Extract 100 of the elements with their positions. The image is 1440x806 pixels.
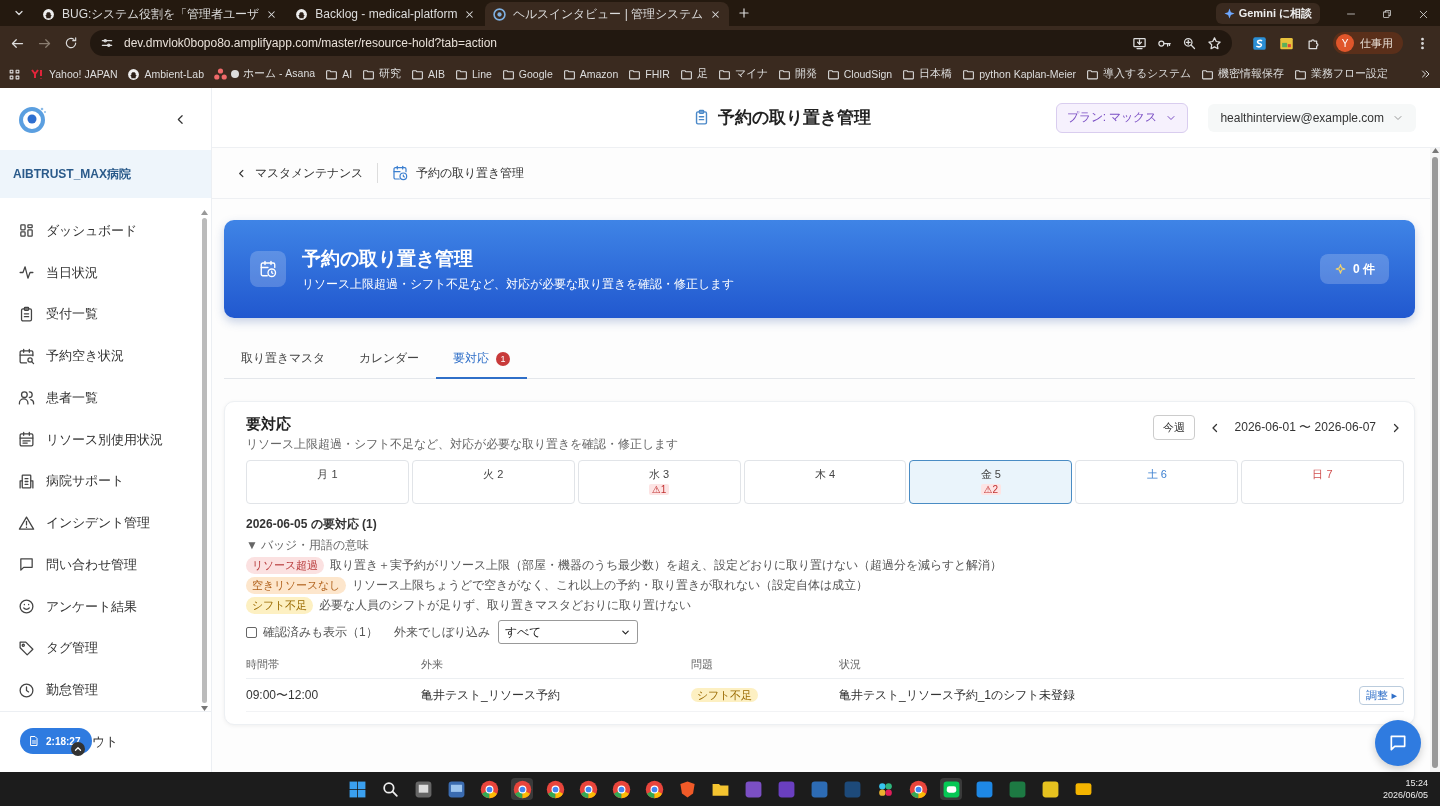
adjust-button[interactable]: 調整 ▸	[1359, 685, 1404, 705]
tab[interactable]: 取り置きマスタ	[224, 340, 342, 379]
chat-button[interactable]	[1375, 720, 1421, 766]
checkbox[interactable]: 確認済みも表示（1）	[246, 623, 378, 641]
tab[interactable]: 要対応 1	[436, 340, 527, 379]
bookmark[interactable]: AIB	[411, 67, 445, 81]
calendar-icon	[18, 431, 35, 449]
address-bar[interactable]: dev.dmvlok0bopo8o.amplifyapp.com/master/resource-hold?tab=action	[90, 30, 1232, 56]
code-editor-icon[interactable]	[974, 779, 994, 799]
scroll-up-arrow-icon[interactable]	[1431, 148, 1439, 153]
bookmark[interactable]: 足	[679, 67, 708, 81]
clinic-select[interactable]: すべて	[497, 620, 638, 644]
browser-icon[interactable]	[644, 779, 664, 799]
day-button[interactable]: 水 3 ⚠1	[577, 460, 741, 504]
section-title: 要対応	[246, 415, 292, 434]
sidebar-item[interactable]: 病院サポート	[18, 460, 200, 503]
table-cell-text: 亀井テスト_リソース予約	[421, 686, 561, 704]
plan-dropdown[interactable]: プラン: マックス	[1055, 102, 1189, 133]
bookmark[interactable]: AI	[325, 67, 353, 81]
sidebar-item[interactable]: ウト	[92, 733, 118, 751]
bookmark[interactable]: FHIR	[628, 67, 670, 81]
extension-icon[interactable]	[1252, 35, 1267, 51]
bookmark[interactable]: CloudSign	[826, 67, 893, 81]
people-icon	[18, 389, 35, 407]
sidebar-item[interactable]: 予約空き状況	[18, 335, 200, 377]
folder-icon	[777, 67, 791, 81]
tab[interactable]: カレンダー	[342, 340, 436, 379]
bookmark[interactable]: python Kaplan-Meier	[962, 67, 1077, 81]
bookmark[interactable]: 導入するシステム	[1086, 67, 1192, 81]
browser-tab[interactable]: Backlog - medical-platform	[287, 2, 484, 26]
day-button[interactable]: 木 4	[743, 460, 907, 504]
day-button[interactable]: 金 5 ⚠2	[909, 460, 1073, 504]
github-icon	[127, 67, 141, 81]
shield-icon[interactable]	[677, 779, 697, 799]
extension-icon[interactable]	[1279, 35, 1294, 51]
sidebar-item[interactable]: リソース別使用状況	[18, 418, 200, 461]
browser-icon[interactable]	[479, 779, 499, 799]
sidebar-item[interactable]: 勤怠管理	[18, 669, 200, 711]
sidebar-item[interactable]: 受付一覧	[18, 293, 200, 336]
reload-icon	[64, 36, 78, 50]
sidebar-item[interactable]: 問い合わせ管理	[18, 544, 200, 586]
app-icon[interactable]	[1040, 779, 1060, 799]
page-title: 予約の取り置き管理	[717, 107, 871, 129]
app-logo-icon	[18, 104, 48, 134]
sidebar-item[interactable]: ダッシュボード	[18, 210, 200, 252]
code-editor-icon[interactable]	[776, 779, 796, 799]
sidebar-item[interactable]: インシデント管理	[18, 502, 200, 544]
github-icon	[42, 7, 55, 21]
back-link[interactable]: マスタメンテナンス	[236, 164, 363, 182]
profile-button[interactable]: Y 仕事用	[1333, 32, 1403, 54]
folder-icon	[902, 67, 916, 81]
folder-icon	[362, 67, 376, 81]
user-menu[interactable]: healthinterview@example.com	[1208, 103, 1416, 132]
task-view-icon[interactable]	[413, 779, 433, 799]
browser-tab[interactable]: ヘルスインタビュー | 管理システム	[485, 2, 730, 26]
session-timer[interactable]: 2:18:27	[20, 728, 93, 754]
bookmark[interactable]: 業務フロー設定	[1294, 67, 1389, 81]
scroll-down-arrow-icon[interactable]	[200, 706, 208, 711]
code-editor-icon[interactable]	[743, 779, 763, 799]
day-button[interactable]: 月 1	[246, 460, 409, 504]
browser-icon[interactable]	[578, 779, 598, 799]
day-button[interactable]: 土 6	[1075, 460, 1239, 504]
bookmark[interactable]: Ambient-Lab	[127, 67, 205, 81]
browser-icon[interactable]	[611, 779, 631, 799]
day-button[interactable]: 火 2	[411, 460, 575, 504]
bookmark[interactable]: Line	[455, 67, 492, 81]
legend-text: リソース上限ちょうどで空きがなく、これ以上の予約・取り置きが取れない（設定自体は成立）	[352, 577, 868, 594]
sidebar-item[interactable]: 患者一覧	[18, 377, 200, 419]
folder-icon	[411, 67, 425, 81]
browser-icon[interactable]	[512, 779, 532, 799]
chat-app-icon[interactable]	[941, 779, 961, 799]
scrollbar[interactable]	[200, 210, 208, 711]
sidebar-item[interactable]: 当日状況	[18, 251, 200, 294]
folder-icon	[562, 67, 576, 81]
bookmark[interactable]: Google	[501, 67, 553, 81]
day-button[interactable]: 日 7	[1241, 460, 1404, 504]
clock-icon	[18, 681, 35, 699]
scroll-up-arrow-icon[interactable]	[200, 210, 208, 215]
bookmark[interactable]: Amazon	[562, 67, 619, 81]
browser-icon[interactable]	[545, 779, 565, 799]
sidebar-item[interactable]: タグ管理	[18, 627, 200, 670]
browser-icon[interactable]	[908, 779, 928, 799]
monitor-icon[interactable]	[446, 779, 466, 799]
browser-tab[interactable]: BUG:システム役割を「管理者ユーザ	[34, 2, 286, 26]
bookmark[interactable]: 機密情報保存	[1201, 67, 1285, 81]
windows-logo-icon[interactable]	[347, 779, 367, 799]
gemini-button[interactable]: Gemini に相談	[1215, 3, 1320, 24]
bookmark[interactable]: ホーム - Asana	[214, 67, 316, 81]
bookmark[interactable]: 日本橋	[902, 67, 953, 81]
sidebar-item[interactable]: アンケート結果	[18, 585, 200, 628]
legend-toggle[interactable]: ▼ バッジ・用語の意味	[246, 537, 1404, 554]
alert-badge: ⚠1	[648, 484, 670, 495]
bookmark[interactable]: 研究	[362, 67, 402, 81]
spreadsheet-icon[interactable]	[1007, 779, 1027, 799]
bookmark[interactable]: マイナ	[717, 67, 768, 81]
this-week-button[interactable]: 今週	[1152, 415, 1195, 440]
bookmark[interactable]: Yahoo! JAPAN	[31, 68, 118, 80]
folder-icon	[325, 67, 339, 81]
bookmark[interactable]: 開発	[777, 67, 817, 81]
scrollbar[interactable]	[1430, 148, 1440, 772]
